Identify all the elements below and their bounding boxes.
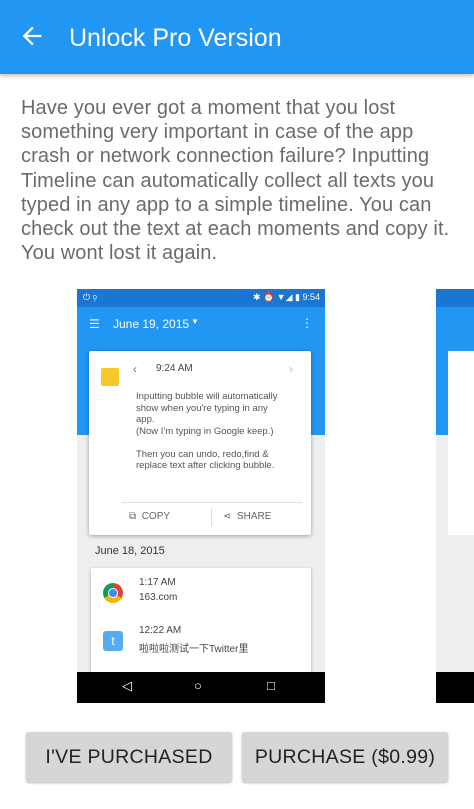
nav-bar <box>436 672 474 703</box>
entry-text: 163.com <box>139 592 178 603</box>
menu-icon: ☰ <box>89 317 100 331</box>
message-line: app. <box>136 414 155 425</box>
bulb-icon <box>101 368 119 386</box>
description-text: Have you ever got a moment that you lost… <box>21 97 450 265</box>
back-triangle-icon: ◁ <box>122 678 132 693</box>
home-circle-icon: ○ <box>194 678 202 693</box>
message-line: (Now I'm typing in Google keep.) <box>136 425 274 437</box>
message-line: show when you're typing in any <box>136 402 268 414</box>
twitter-icon: t <box>103 631 123 651</box>
status-bar <box>436 289 474 307</box>
copy-icon: ⧉ <box>129 511 137 522</box>
entry-time: 12:22 AM <box>139 625 182 636</box>
more-vert-icon: ⋮ <box>301 316 313 330</box>
arrow-back-icon[interactable] <box>18 22 46 50</box>
next-screenshot-peek[interactable] <box>436 289 474 703</box>
copy-label: COPY <box>141 511 171 522</box>
message-line: Then you can undo, redo,find & <box>136 448 269 460</box>
section-date: June 18, 2015 <box>95 545 165 557</box>
page-title: Unlock Pro Version <box>69 24 282 52</box>
notification-icons: ⏻ ⚲ <box>83 292 98 302</box>
dropdown-caret-icon: ▼ <box>191 317 199 326</box>
chevron-right-icon: › <box>289 362 293 376</box>
status-bar: ⏻ ⚲ ✱ ⏰ ▼◢ ▮ 9:54 <box>77 289 325 307</box>
app-bar: Unlock Pro Version <box>0 0 474 74</box>
chevron-left-icon: ‹ <box>133 362 137 376</box>
entry-time: 1:17 AM <box>139 577 176 588</box>
card-time: 9:24 AM <box>156 363 193 374</box>
purchase-button[interactable]: PURCHASE ($0.99) <box>242 732 448 782</box>
timeline-list: 1:17 AM 163.com t 12:22 AM 啦啦啦测试一下Twitte… <box>91 568 311 688</box>
card-edge <box>448 351 474 535</box>
copy-action: ⧉ COPY <box>129 511 170 522</box>
share-action: ⋖ SHARE <box>223 511 271 522</box>
bubble-card: ‹ 9:24 AM › Inputting bubble will automa… <box>89 351 311 535</box>
message-line: Inputting bubble will automatically <box>136 391 278 402</box>
toolbar-date: June 19, 2015 <box>113 317 190 331</box>
card-message: Inputting bubble will automatically show… <box>136 391 301 472</box>
share-label: SHARE <box>236 511 272 522</box>
nav-bar: ◁ ○ □ <box>77 672 325 703</box>
entry-text: 啦啦啦测试一下Twitter里 <box>139 644 249 655</box>
chrome-icon <box>103 583 123 603</box>
share-icon: ⋖ <box>223 511 232 522</box>
message-line: replace text after clicking bubble. <box>136 460 275 471</box>
purchased-button[interactable]: I'VE PURCHASED <box>26 732 232 782</box>
recents-square-icon: □ <box>267 678 275 693</box>
divider <box>211 508 212 526</box>
status-time: ✱ ⏰ ▼◢ ▮ 9:54 <box>252 292 320 302</box>
app-screenshot[interactable]: ⏻ ⚲ ✱ ⏰ ▼◢ ▮ 9:54 ☰ June 19, 2015 ▼ ⋮ ‹ … <box>77 289 325 703</box>
divider <box>122 502 302 503</box>
